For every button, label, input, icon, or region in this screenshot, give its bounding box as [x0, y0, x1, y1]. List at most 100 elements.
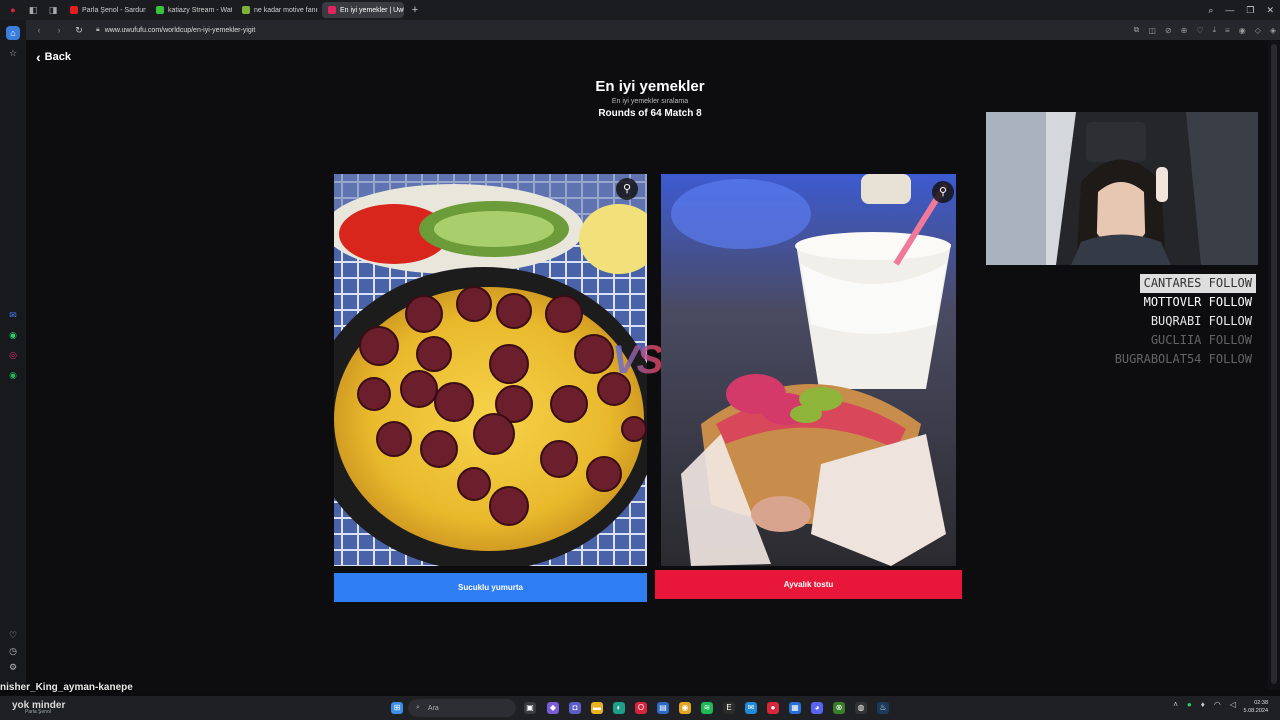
- browser-tab[interactable]: katiazy Stream - Watch Li: [150, 2, 232, 18]
- search-placeholder: Ara: [427, 704, 439, 712]
- menu-icon[interactable]: ≡: [1225, 26, 1230, 35]
- taskbar-clock[interactable]: 02:38 5.08.2024: [1244, 699, 1268, 715]
- ai-icon[interactable]: ◇: [1255, 26, 1261, 35]
- follower-name: BUQRABI: [1150, 314, 1202, 328]
- sucuklu-yumurta-photo: [334, 174, 647, 566]
- tab-favicon-icon: [156, 6, 164, 14]
- xbox-icon[interactable]: ⊗: [833, 702, 845, 714]
- follow-action-label: FOLLOW: [1208, 295, 1252, 309]
- spotify-taskbar-icon[interactable]: ≋: [701, 702, 713, 714]
- follow-action-label: FOLLOW: [1208, 333, 1252, 347]
- tab-list: Parla Şenol - Sardunyalar katiazy Stream …: [60, 2, 404, 18]
- follower-name: CANTARES: [1143, 276, 1202, 290]
- minimize-button[interactable]: —: [1225, 5, 1234, 15]
- maximize-button[interactable]: ❐: [1246, 5, 1254, 16]
- workspace-icon[interactable]: ◧: [26, 3, 40, 17]
- pinboard-icon[interactable]: ☆: [6, 46, 20, 60]
- address-bar-actions: ⧉ ◫ ⊘ ⊕ ♡ ⤓ ≡ ◉ ◇ ◈: [1134, 20, 1276, 40]
- recent-followers-list: CANTARES FOLLOW MOTTOVLR FOLLOW BUQRABI FO…: [1080, 274, 1256, 369]
- chevron-left-icon: ‹: [36, 49, 41, 65]
- whatsapp-icon[interactable]: ◉: [6, 328, 20, 342]
- spotify-icon[interactable]: ◉: [6, 368, 20, 382]
- home-icon[interactable]: ⌂: [6, 26, 20, 40]
- settings-gear-icon[interactable]: ⚙: [6, 660, 20, 674]
- status-dot-icon[interactable]: ●: [1187, 700, 1192, 709]
- task-view-icon[interactable]: ▣: [524, 702, 536, 714]
- scrollbar-thumb[interactable]: [1271, 44, 1277, 684]
- follower-row: BUGRABOLAT54 FOLLOW: [1080, 350, 1256, 369]
- workspace-icon-2[interactable]: ◨: [46, 3, 60, 17]
- aria-icon[interactable]: ◈: [1270, 26, 1276, 35]
- screenshot-icon[interactable]: ⧉: [1134, 25, 1140, 35]
- epic-games-icon[interactable]: E: [723, 702, 735, 714]
- outlook-icon[interactable]: ▦: [789, 702, 801, 714]
- favorite-heart-icon[interactable]: ♡: [1196, 26, 1203, 35]
- chevron-up-icon[interactable]: ˄: [1173, 700, 1178, 709]
- page-scrollbar[interactable]: [1268, 40, 1280, 690]
- stream-chat-line: nisher_King_ayman-kanepe: [0, 682, 133, 693]
- search-tabs-icon[interactable]: ⌕: [1208, 5, 1213, 16]
- mail-icon[interactable]: ✉: [745, 702, 757, 714]
- store-icon[interactable]: ▤: [657, 702, 669, 714]
- reload-icon[interactable]: ↻: [72, 25, 86, 36]
- copilot-icon[interactable]: ◆: [547, 702, 559, 714]
- page-subtitle: En iyi yemekler sıralama: [611, 98, 689, 105]
- browser-tab[interactable]: Parla Şenol - Sardunyalar: [64, 2, 146, 18]
- left-option-image[interactable]: ⚲: [334, 174, 647, 566]
- camera-icon[interactable]: ◫: [1148, 26, 1156, 35]
- opera-icon[interactable]: O: [635, 702, 647, 714]
- follower-entry: CANTARES FOLLOW: [1139, 274, 1256, 293]
- address-bar: ‹ › ↻ 🔒︎ www.uwufufu.com/worldcup/en-iyi…: [26, 20, 1280, 40]
- chrome-icon[interactable]: ◉: [679, 702, 691, 714]
- browser-tab[interactable]: En iyi yemekler | UwUFUFU: [322, 2, 404, 18]
- round-info: Rounds of 64 Match 8: [598, 108, 702, 119]
- window-controls: ⌕ — ❐ ✕: [1208, 0, 1274, 20]
- new-tab-button[interactable]: +: [408, 4, 422, 16]
- follow-action-label: FOLLOW: [1208, 276, 1252, 290]
- follower-entry: MOTTOVLR FOLLOW: [1144, 293, 1256, 312]
- obs-record-icon[interactable]: ●: [767, 702, 779, 714]
- follow-action-label: FOLLOW: [1208, 352, 1252, 366]
- streamer-webcam: [986, 112, 1258, 265]
- follower-row: GUCLIIA FOLLOW: [1080, 331, 1256, 350]
- tab-label: ne kadar motive fanısın: [254, 6, 318, 14]
- heart-icon[interactable]: ♡: [6, 628, 20, 642]
- messenger-icon[interactable]: ✉: [6, 308, 20, 322]
- opera-logo-icon[interactable]: ●: [6, 3, 20, 17]
- zoom-right-icon[interactable]: ⚲: [932, 181, 954, 203]
- history-icon[interactable]: ◷: [6, 644, 20, 658]
- match-header: En iyi yemekler En iyi yemekler sıralama…: [450, 78, 850, 119]
- tab-favicon-icon: [70, 6, 78, 14]
- tab-label: Parla Şenol - Sardunyalar: [82, 6, 146, 14]
- microphone-icon[interactable]: ♦: [1201, 700, 1205, 709]
- wifi-icon[interactable]: ◠: [1214, 700, 1221, 709]
- browser-sidebar: ⌂ ☆ ✉ ◉ ◎ ◉ ♡ ◷ ⚙: [0, 20, 26, 690]
- follower-entry: BUGRABOLAT54 FOLLOW: [1115, 350, 1256, 369]
- search-icon: ⌕: [416, 704, 420, 711]
- download-icon[interactable]: ⤓: [1212, 25, 1216, 35]
- url-field[interactable]: 🔒︎ www.uwufufu.com/worldcup/en-iyi-yemek…: [96, 26, 255, 34]
- edge-icon[interactable]: ◐: [613, 702, 625, 714]
- vpn-icon[interactable]: ⊘: [1165, 26, 1172, 35]
- instagram-icon[interactable]: ◎: [6, 348, 20, 362]
- taskbar-search[interactable]: ⌕ Ara: [408, 699, 516, 717]
- tab-favicon-icon: [242, 6, 250, 14]
- volume-icon[interactable]: ◁: [1230, 700, 1236, 709]
- profile-icon[interactable]: ◉: [1239, 26, 1246, 35]
- right-option-image[interactable]: ⚲: [661, 174, 956, 566]
- back-nav-icon[interactable]: ‹: [32, 25, 46, 35]
- select-right-option-button[interactable]: Ayvalık tostu: [655, 570, 962, 599]
- back-link[interactable]: ‹ Back: [36, 50, 71, 64]
- select-left-option-button[interactable]: Sucuklu yumurta: [334, 573, 647, 602]
- steam-icon[interactable]: ♨: [877, 702, 889, 714]
- close-window-button[interactable]: ✕: [1266, 5, 1274, 16]
- browser-tab[interactable]: ne kadar motive fanısın: [236, 2, 318, 18]
- extensions-icon[interactable]: ⊕: [1181, 26, 1188, 35]
- discord-icon[interactable]: ◕: [811, 702, 823, 714]
- forward-nav-icon[interactable]: ›: [52, 25, 66, 35]
- teams-icon[interactable]: ◘: [569, 702, 581, 714]
- zoom-left-icon[interactable]: ⚲: [616, 178, 638, 200]
- file-explorer-icon[interactable]: ▬: [591, 702, 603, 714]
- windows-start-icon[interactable]: ⊞: [391, 702, 403, 714]
- obs-icon[interactable]: ◍: [855, 702, 867, 714]
